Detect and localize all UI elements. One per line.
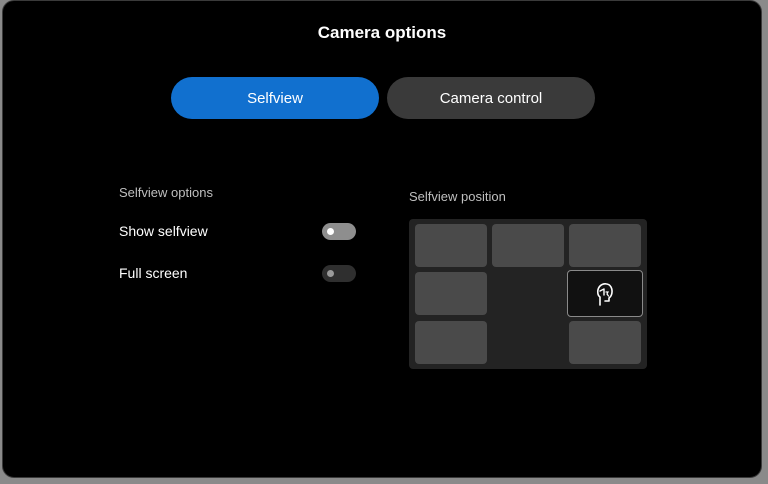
position-middle-left[interactable] bbox=[415, 272, 487, 315]
tab-selfview[interactable]: Selfview bbox=[171, 77, 379, 119]
full-screen-label: Full screen bbox=[119, 265, 188, 281]
selfview-position-grid bbox=[409, 219, 647, 369]
camera-options-dialog: Camera options Selfview Camera control S… bbox=[2, 0, 762, 478]
position-top-center[interactable] bbox=[492, 224, 564, 267]
tab-selfview-label: Selfview bbox=[247, 89, 303, 107]
show-selfview-toggle[interactable] bbox=[322, 223, 356, 240]
toggle-knob bbox=[327, 270, 334, 277]
selfview-options-heading: Selfview options bbox=[119, 185, 213, 200]
selfview-position-heading: Selfview position bbox=[409, 189, 506, 204]
position-bottom-right[interactable] bbox=[569, 321, 641, 364]
position-top-right[interactable] bbox=[569, 224, 641, 267]
position-bottom-left[interactable] bbox=[415, 321, 487, 364]
full-screen-toggle[interactable] bbox=[322, 265, 356, 282]
selfview-person-icon bbox=[596, 282, 613, 306]
position-middle-right[interactable] bbox=[567, 270, 643, 317]
toggle-knob bbox=[327, 228, 334, 235]
show-selfview-label: Show selfview bbox=[119, 223, 208, 239]
position-top-left[interactable] bbox=[415, 224, 487, 267]
dialog-title: Camera options bbox=[317, 23, 447, 42]
tab-camera-control-label: Camera control bbox=[439, 89, 543, 107]
tab-camera-control[interactable]: Camera control bbox=[387, 77, 595, 119]
